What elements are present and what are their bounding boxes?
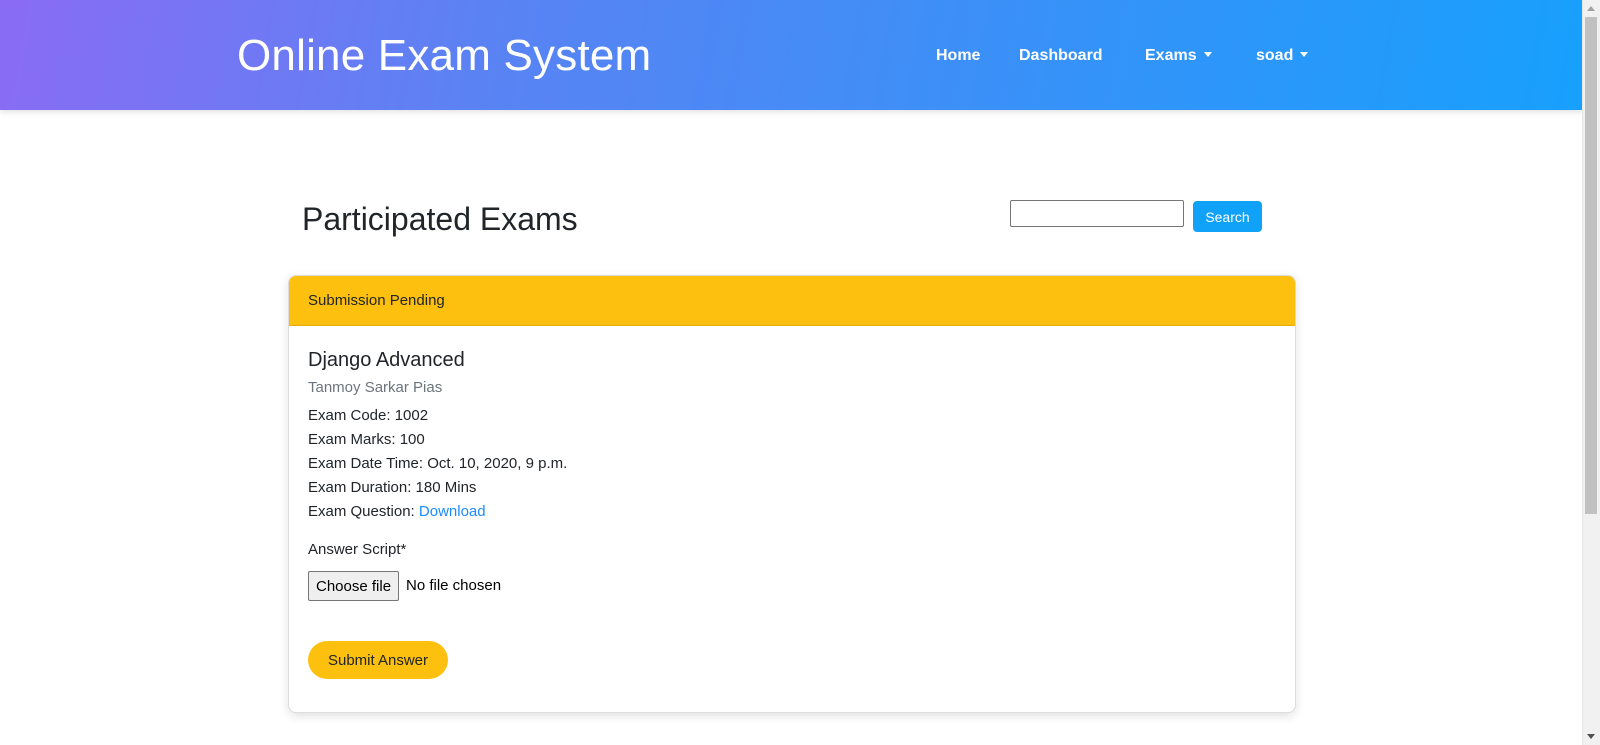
nav-exams-label: Exams xyxy=(1145,47,1197,64)
file-status-text: No file chosen xyxy=(406,577,502,594)
choose-file-button[interactable]: Choose file xyxy=(308,571,400,601)
nav-user-label: soad xyxy=(1256,47,1294,64)
scroll-up-arrow-icon[interactable] xyxy=(1587,6,1595,11)
nav-user-dropdown[interactable]: soad xyxy=(1256,44,1309,68)
exam-teacher: Tanmoy Sarkar Pias xyxy=(308,379,443,396)
exam-datetime-value: Oct. 10, 2020, 9 p.m. xyxy=(427,455,568,472)
nav-exams-dropdown[interactable]: Exams xyxy=(1145,44,1212,68)
submit-answer-button[interactable]: Submit Answer xyxy=(308,641,448,679)
nav-home[interactable]: Home xyxy=(936,44,980,68)
card-status-header: Submission Pending xyxy=(289,276,1295,326)
page-title: Participated Exams xyxy=(302,201,578,237)
exam-datetime-row: Exam Date Time: Oct. 10, 2020, 9 p.m. xyxy=(308,453,567,475)
exam-question-label: Exam Question: xyxy=(308,503,419,520)
top-navbar: Online Exam System Home Dashboard Exams … xyxy=(0,0,1583,110)
caret-down-icon xyxy=(1300,52,1309,57)
search-button[interactable]: Search xyxy=(1193,201,1262,232)
exam-duration-row: Exam Duration: 180 Mins xyxy=(308,477,476,499)
exam-marks-label: Exam Marks: xyxy=(308,431,400,448)
exam-title: Django Advanced xyxy=(308,349,465,371)
download-question-link[interactable]: Download xyxy=(419,503,486,520)
nav-dashboard[interactable]: Dashboard xyxy=(1019,44,1103,68)
exam-code-label: Exam Code: xyxy=(308,407,395,424)
exam-datetime-label: Exam Date Time: xyxy=(308,455,428,472)
exam-marks-value: 100 xyxy=(399,431,425,448)
brand-title[interactable]: Online Exam System xyxy=(237,30,651,82)
scrollbar-thumb[interactable] xyxy=(1585,17,1597,514)
scroll-down-arrow-icon[interactable] xyxy=(1587,734,1595,739)
exam-question-row: Exam Question: Download xyxy=(308,501,486,523)
exam-duration-label: Exam Duration: xyxy=(308,479,416,496)
exam-duration-value: 180 Mins xyxy=(415,479,477,496)
exam-card: Submission Pending Django Advanced Tanmo… xyxy=(288,275,1296,713)
exam-code-value: 1002 xyxy=(394,407,429,424)
vertical-scrollbar[interactable] xyxy=(1582,0,1600,745)
exam-code-row: Exam Code: 1002 xyxy=(308,405,428,427)
answer-script-label: Answer Script* xyxy=(308,541,407,558)
caret-down-icon xyxy=(1203,52,1212,57)
exam-marks-row: Exam Marks: 100 xyxy=(308,429,425,451)
search-input[interactable] xyxy=(1010,200,1184,227)
